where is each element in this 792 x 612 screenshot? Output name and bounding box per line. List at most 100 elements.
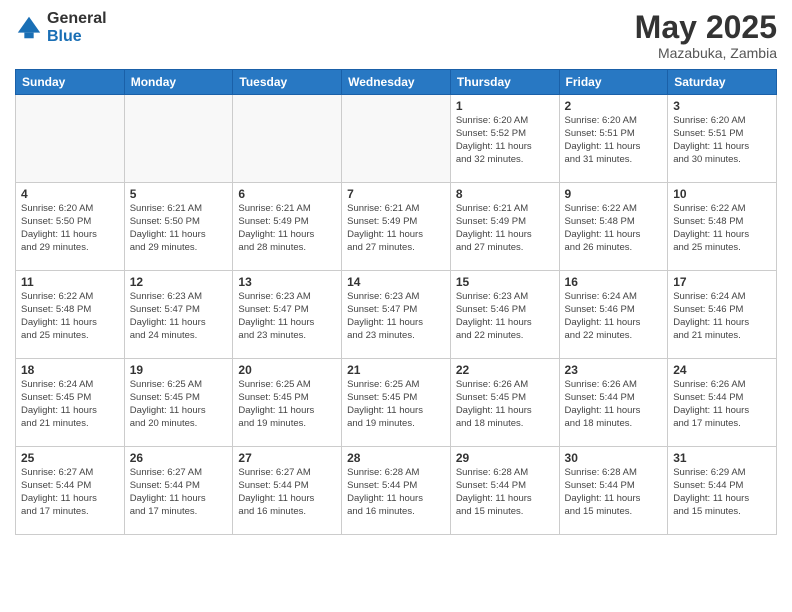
day-info: Sunrise: 6:20 AM Sunset: 5:50 PM Dayligh… (21, 203, 119, 254)
table-row: 18 Sunrise: 6:24 AM Sunset: 5:45 PM Dayli… (16, 359, 125, 447)
day-number: 31 (673, 451, 771, 465)
day-info: Sunrise: 6:23 AM Sunset: 5:47 PM Dayligh… (347, 291, 445, 342)
day-number: 29 (456, 451, 554, 465)
table-row: 8 Sunrise: 6:21 AM Sunset: 5:49 PM Daylig… (450, 183, 559, 271)
day-info: Sunrise: 6:24 AM Sunset: 5:46 PM Dayligh… (673, 291, 771, 342)
table-row: 24 Sunrise: 6:26 AM Sunset: 5:44 PM Dayli… (668, 359, 777, 447)
day-info: Sunrise: 6:27 AM Sunset: 5:44 PM Dayligh… (21, 467, 119, 518)
day-info: Sunrise: 6:25 AM Sunset: 5:45 PM Dayligh… (130, 379, 228, 430)
day-number: 27 (238, 451, 336, 465)
day-number: 24 (673, 363, 771, 377)
table-row: 9Sunrise: 6:22 AM Sunset: 5:48 PM Daylig… (559, 183, 668, 271)
col-monday: Monday (124, 70, 233, 95)
day-number: 28 (347, 451, 445, 465)
day-info: Sunrise: 6:26 AM Sunset: 5:44 PM Dayligh… (673, 379, 771, 430)
table-row: 22Sunrise: 6:26 AM Sunset: 5:45 PM Dayli… (450, 359, 559, 447)
day-number: 19 (130, 363, 228, 377)
calendar-week-2: 4 Sunrise: 6:20 AM Sunset: 5:50 PM Daylig… (16, 183, 777, 271)
day-number: 26 (130, 451, 228, 465)
day-info: Sunrise: 6:20 AM Sunset: 5:51 PM Dayligh… (565, 115, 663, 166)
day-info: Sunrise: 6:24 AM Sunset: 5:46 PM Dayligh… (565, 291, 663, 342)
day-number: 1 (456, 99, 554, 113)
day-info: Sunrise: 6:21 AM Sunset: 5:50 PM Dayligh… (130, 203, 228, 254)
day-info: Sunrise: 6:26 AM Sunset: 5:44 PM Dayligh… (565, 379, 663, 430)
day-info: Sunrise: 6:21 AM Sunset: 5:49 PM Dayligh… (347, 203, 445, 254)
day-number: 2 (565, 99, 663, 113)
day-number: 30 (565, 451, 663, 465)
table-row: 31Sunrise: 6:29 AM Sunset: 5:44 PM Dayli… (668, 447, 777, 535)
calendar-week-3: 11 Sunrise: 6:22 AM Sunset: 5:48 PM Dayli… (16, 271, 777, 359)
col-saturday: Saturday (668, 70, 777, 95)
table-row: 26 Sunrise: 6:27 AM Sunset: 5:44 PM Dayli… (124, 447, 233, 535)
table-row: 28Sunrise: 6:28 AM Sunset: 5:44 PM Dayli… (342, 447, 451, 535)
table-row (16, 95, 125, 183)
day-info: Sunrise: 6:26 AM Sunset: 5:45 PM Dayligh… (456, 379, 554, 430)
table-row: 3 Sunrise: 6:20 AM Sunset: 5:51 PM Daylig… (668, 95, 777, 183)
table-row (233, 95, 342, 183)
day-number: 13 (238, 275, 336, 289)
table-row: 14Sunrise: 6:23 AM Sunset: 5:47 PM Dayli… (342, 271, 451, 359)
day-number: 11 (21, 275, 119, 289)
month-title: May 2025 (635, 10, 777, 45)
day-info: Sunrise: 6:21 AM Sunset: 5:49 PM Dayligh… (238, 203, 336, 254)
day-number: 21 (347, 363, 445, 377)
day-number: 9 (565, 187, 663, 201)
day-info: Sunrise: 6:23 AM Sunset: 5:46 PM Dayligh… (456, 291, 554, 342)
logo-icon (15, 14, 43, 42)
day-info: Sunrise: 6:27 AM Sunset: 5:44 PM Dayligh… (238, 467, 336, 518)
table-row (124, 95, 233, 183)
day-number: 4 (21, 187, 119, 201)
day-number: 15 (456, 275, 554, 289)
table-row (342, 95, 451, 183)
day-info: Sunrise: 6:23 AM Sunset: 5:47 PM Dayligh… (130, 291, 228, 342)
day-info: Sunrise: 6:20 AM Sunset: 5:52 PM Dayligh… (456, 115, 554, 166)
table-row: 27 Sunrise: 6:27 AM Sunset: 5:44 PM Dayli… (233, 447, 342, 535)
day-info: Sunrise: 6:23 AM Sunset: 5:47 PM Dayligh… (238, 291, 336, 342)
day-info: Sunrise: 6:20 AM Sunset: 5:51 PM Dayligh… (673, 115, 771, 166)
day-number: 10 (673, 187, 771, 201)
day-number: 17 (673, 275, 771, 289)
header: General Blue May 2025 Mazabuka, Zambia (15, 10, 777, 61)
day-info: Sunrise: 6:24 AM Sunset: 5:45 PM Dayligh… (21, 379, 119, 430)
day-number: 23 (565, 363, 663, 377)
col-thursday: Thursday (450, 70, 559, 95)
table-row: 2 Sunrise: 6:20 AM Sunset: 5:51 PM Daylig… (559, 95, 668, 183)
calendar-week-4: 18 Sunrise: 6:24 AM Sunset: 5:45 PM Dayli… (16, 359, 777, 447)
table-row: 4 Sunrise: 6:20 AM Sunset: 5:50 PM Daylig… (16, 183, 125, 271)
logo: General Blue (15, 10, 107, 45)
day-info: Sunrise: 6:27 AM Sunset: 5:44 PM Dayligh… (130, 467, 228, 518)
logo-general-text: General (47, 10, 107, 28)
table-row: 11 Sunrise: 6:22 AM Sunset: 5:48 PM Dayli… (16, 271, 125, 359)
col-sunday: Sunday (16, 70, 125, 95)
table-row: 12 Sunrise: 6:23 AM Sunset: 5:47 PM Dayli… (124, 271, 233, 359)
day-info: Sunrise: 6:21 AM Sunset: 5:49 PM Dayligh… (456, 203, 554, 254)
table-row: 5 Sunrise: 6:21 AM Sunset: 5:50 PM Daylig… (124, 183, 233, 271)
table-row: 6Sunrise: 6:21 AM Sunset: 5:49 PM Daylig… (233, 183, 342, 271)
day-number: 25 (21, 451, 119, 465)
day-info: Sunrise: 6:28 AM Sunset: 5:44 PM Dayligh… (565, 467, 663, 518)
day-number: 18 (21, 363, 119, 377)
table-row: 23 Sunrise: 6:26 AM Sunset: 5:44 PM Dayli… (559, 359, 668, 447)
day-info: Sunrise: 6:22 AM Sunset: 5:48 PM Dayligh… (21, 291, 119, 342)
day-info: Sunrise: 6:22 AM Sunset: 5:48 PM Dayligh… (673, 203, 771, 254)
calendar-week-1: 1 Sunrise: 6:20 AM Sunset: 5:52 PM Daylig… (16, 95, 777, 183)
day-number: 8 (456, 187, 554, 201)
logo-text: General Blue (47, 10, 107, 45)
location: Mazabuka, Zambia (635, 45, 777, 61)
logo-blue-text: Blue (47, 28, 107, 46)
day-number: 16 (565, 275, 663, 289)
day-info: Sunrise: 6:25 AM Sunset: 5:45 PM Dayligh… (238, 379, 336, 430)
table-row: 7 Sunrise: 6:21 AM Sunset: 5:49 PM Daylig… (342, 183, 451, 271)
page: General Blue May 2025 Mazabuka, Zambia S… (0, 0, 792, 612)
col-friday: Friday (559, 70, 668, 95)
table-row: 29Sunrise: 6:28 AM Sunset: 5:44 PM Dayli… (450, 447, 559, 535)
day-number: 5 (130, 187, 228, 201)
day-info: Sunrise: 6:25 AM Sunset: 5:45 PM Dayligh… (347, 379, 445, 430)
day-number: 7 (347, 187, 445, 201)
col-tuesday: Tuesday (233, 70, 342, 95)
table-row: 15 Sunrise: 6:23 AM Sunset: 5:46 PM Dayli… (450, 271, 559, 359)
day-number: 12 (130, 275, 228, 289)
day-number: 3 (673, 99, 771, 113)
table-row: 25 Sunrise: 6:27 AM Sunset: 5:44 PM Dayli… (16, 447, 125, 535)
table-row: 30 Sunrise: 6:28 AM Sunset: 5:44 PM Dayli… (559, 447, 668, 535)
